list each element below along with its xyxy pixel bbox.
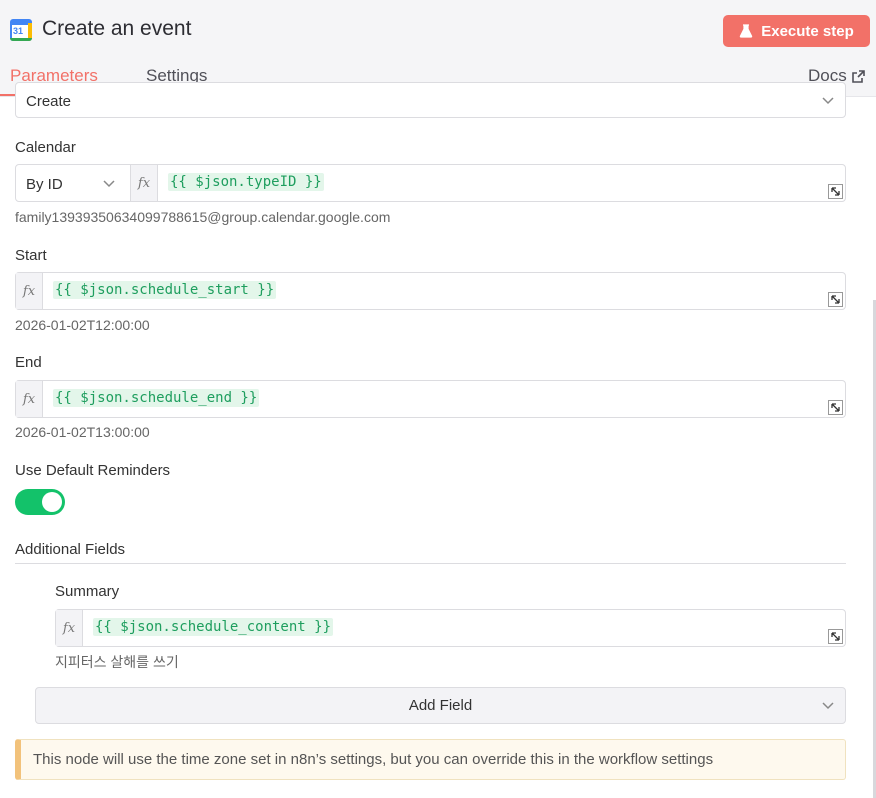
summary-input[interactable]: fx {{ $json.schedule_content }}	[55, 609, 846, 647]
calendar-resolved-value: family13939350634099788615@group.calenda…	[15, 209, 391, 225]
expand-icon[interactable]	[828, 184, 843, 199]
end-expression: {{ $json.schedule_end }}	[53, 389, 260, 407]
start-label: Start	[15, 247, 47, 264]
fx-icon: fx	[56, 610, 83, 646]
fx-icon: fx	[131, 165, 158, 201]
expand-icon[interactable]	[828, 629, 843, 644]
operation-select-value: Create	[26, 93, 72, 110]
section-divider	[15, 563, 846, 564]
expand-icon[interactable]	[828, 400, 843, 415]
start-input[interactable]: fx {{ $json.schedule_start }}	[15, 272, 846, 310]
start-expression: {{ $json.schedule_start }}	[53, 281, 277, 299]
summary-resolved-value: 지피터스 살해를 쓰기	[55, 654, 179, 670]
calendar-id-expression: {{ $json.typeID }}	[168, 173, 324, 191]
summary-expression: {{ $json.schedule_content }}	[93, 618, 334, 636]
calendar-mode-select[interactable]: By ID	[15, 164, 131, 202]
default-reminders-toggle[interactable]	[15, 489, 65, 515]
timezone-notice: This node will use the time zone set in …	[15, 739, 846, 780]
end-resolved-value: 2026-01-02T13:00:00	[15, 424, 150, 440]
expand-icon[interactable]	[828, 292, 843, 307]
calendar-label: Calendar	[15, 139, 76, 156]
additional-fields-label: Additional Fields	[15, 541, 126, 558]
flask-icon	[739, 24, 753, 38]
execute-step-label: Execute step	[761, 22, 854, 40]
chevron-down-icon	[103, 180, 115, 188]
calendar-id-input[interactable]: fx {{ $json.typeID }}	[130, 164, 846, 202]
calendar-mode-value: By ID	[26, 176, 63, 193]
start-resolved-value: 2026-01-02T12:00:00	[15, 317, 150, 333]
end-label: End	[15, 354, 42, 371]
execute-step-button[interactable]: Execute step	[723, 15, 870, 47]
summary-label: Summary	[55, 583, 120, 600]
fx-icon: fx	[16, 273, 43, 309]
chevron-down-icon	[822, 702, 834, 710]
external-link-icon	[851, 69, 865, 83]
reminders-label: Use Default Reminders	[15, 462, 171, 479]
fx-icon: fx	[16, 381, 43, 417]
operation-select[interactable]: Create	[15, 82, 846, 118]
chevron-down-icon	[822, 97, 834, 105]
google-calendar-icon: 31	[10, 19, 32, 41]
toggle-knob	[42, 492, 62, 512]
add-field-button[interactable]: Add Field	[35, 687, 846, 724]
add-field-label: Add Field	[408, 697, 473, 714]
end-input[interactable]: fx {{ $json.schedule_end }}	[15, 380, 846, 418]
node-title[interactable]: Create an event	[42, 17, 191, 41]
timezone-notice-text: This node will use the time zone set in …	[33, 751, 714, 768]
